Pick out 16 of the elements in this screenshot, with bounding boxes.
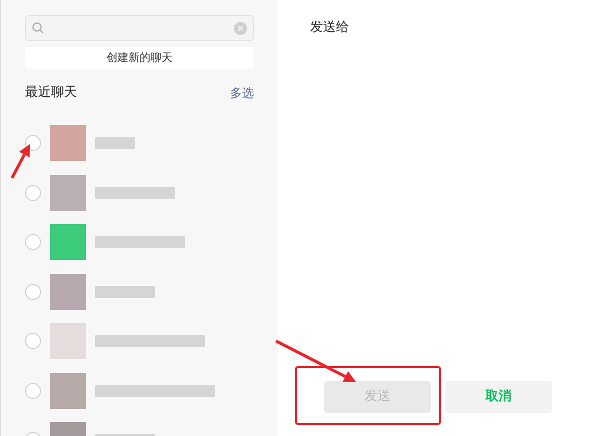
blurred-name bbox=[95, 137, 135, 150]
radio-button[interactable] bbox=[25, 333, 41, 350]
annotation-arrow bbox=[10, 144, 30, 179]
section-title: 最近聊天 bbox=[25, 84, 77, 102]
blurred-name bbox=[95, 286, 155, 298]
multi-select-link[interactable]: 多选 bbox=[230, 84, 254, 102]
radio-button[interactable] bbox=[25, 284, 41, 300]
radio-button[interactable] bbox=[25, 234, 41, 250]
search-icon bbox=[32, 22, 44, 34]
radio-button[interactable] bbox=[25, 184, 41, 201]
panel-title: 发送给 bbox=[310, 19, 350, 37]
new-chat-button[interactable]: 创建新的聊天 bbox=[25, 47, 254, 69]
radio-button[interactable] bbox=[25, 382, 41, 399]
search-field[interactable] bbox=[25, 15, 254, 41]
radio-button[interactable] bbox=[25, 135, 41, 152]
clear-icon[interactable] bbox=[234, 22, 247, 34]
